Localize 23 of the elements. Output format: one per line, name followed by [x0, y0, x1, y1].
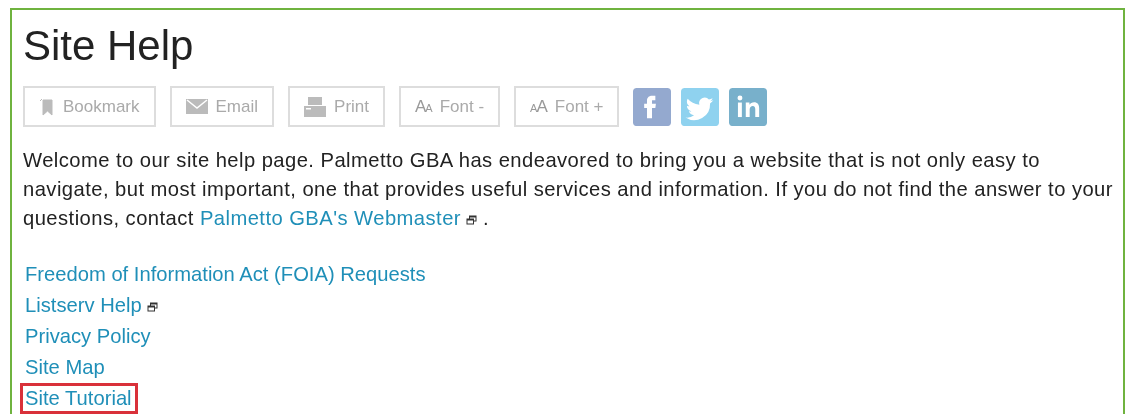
- linkedin-icon[interactable]: [729, 87, 768, 126]
- help-link[interactable]: Site Tutorial: [20, 383, 138, 414]
- facebook-icon[interactable]: [633, 87, 672, 126]
- help-link[interactable]: Listserv Help: [20, 290, 164, 321]
- email-button[interactable]: Email: [169, 86, 275, 127]
- printer-icon: [304, 96, 327, 117]
- print-button[interactable]: Print: [288, 86, 385, 127]
- new-window-icon: [466, 214, 477, 225]
- bookmark-icon: [39, 97, 55, 116]
- font-size-icon: AA: [530, 96, 547, 117]
- twitter-icon[interactable]: [681, 87, 720, 126]
- help-link[interactable]: Site Map: [20, 352, 111, 383]
- envelope-icon: [185, 99, 208, 114]
- help-link[interactable]: Freedom of Information Act (FOIA) Requests: [20, 259, 432, 290]
- webmaster-link[interactable]: Palmetto GBA's Webmaster: [199, 207, 477, 229]
- font-size-icon: AA: [415, 96, 432, 117]
- font-increase-button[interactable]: AA Font +: [514, 86, 620, 127]
- page-title: Site Help: [23, 22, 195, 70]
- intro-paragraph: Welcome to our site help page. Palmetto GBA has endeavored to bring you a website that is not only easy to navigate, but most important, one that provides useful services and information. If you do not find the answer to your questions, contact Palmetto GBA's Webmaster .: [23, 148, 1113, 231]
- bookmark-button[interactable]: Bookmark: [23, 86, 156, 127]
- font-decrease-button[interactable]: AA Font -: [399, 86, 501, 127]
- new-window-icon: [146, 301, 158, 312]
- help-link[interactable]: Privacy Policy: [20, 321, 157, 352]
